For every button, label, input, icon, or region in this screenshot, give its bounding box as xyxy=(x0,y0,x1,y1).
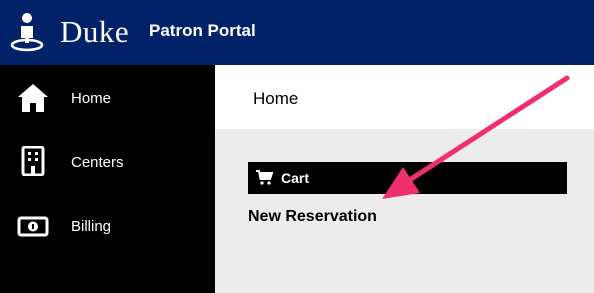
duke-person-logo-icon xyxy=(10,13,44,52)
content-header: Home xyxy=(215,65,594,129)
sidebar-item-home[interactable]: Home xyxy=(0,73,215,123)
duke-logo[interactable]: Duke xyxy=(10,10,129,54)
sidebar: Home Centers Billing xyxy=(0,65,215,293)
content-body: Cart New Reservation xyxy=(215,129,594,293)
shopping-cart-icon xyxy=(256,170,273,185)
sidebar-item-label: Home xyxy=(71,90,112,107)
money-bill-icon xyxy=(17,216,49,237)
building-icon xyxy=(21,146,45,176)
top-bar: Duke Patron Portal xyxy=(0,0,594,65)
sidebar-item-billing[interactable]: Billing xyxy=(0,201,215,251)
home-icon xyxy=(18,84,48,112)
sidebar-item-label: Billing xyxy=(71,218,112,235)
cart-button[interactable]: Cart xyxy=(248,162,567,194)
duke-wordmark: Duke xyxy=(60,14,130,49)
portal-title: Patron Portal xyxy=(149,21,256,40)
sidebar-item-label: Centers xyxy=(71,154,124,171)
cart-label: Cart xyxy=(281,170,310,186)
page-title: Home xyxy=(253,89,299,108)
app-root: Duke Patron Portal Home Centers Billing … xyxy=(0,0,594,293)
new-reservation-link[interactable]: New Reservation xyxy=(248,208,377,226)
sidebar-item-centers[interactable]: Centers xyxy=(0,137,215,187)
